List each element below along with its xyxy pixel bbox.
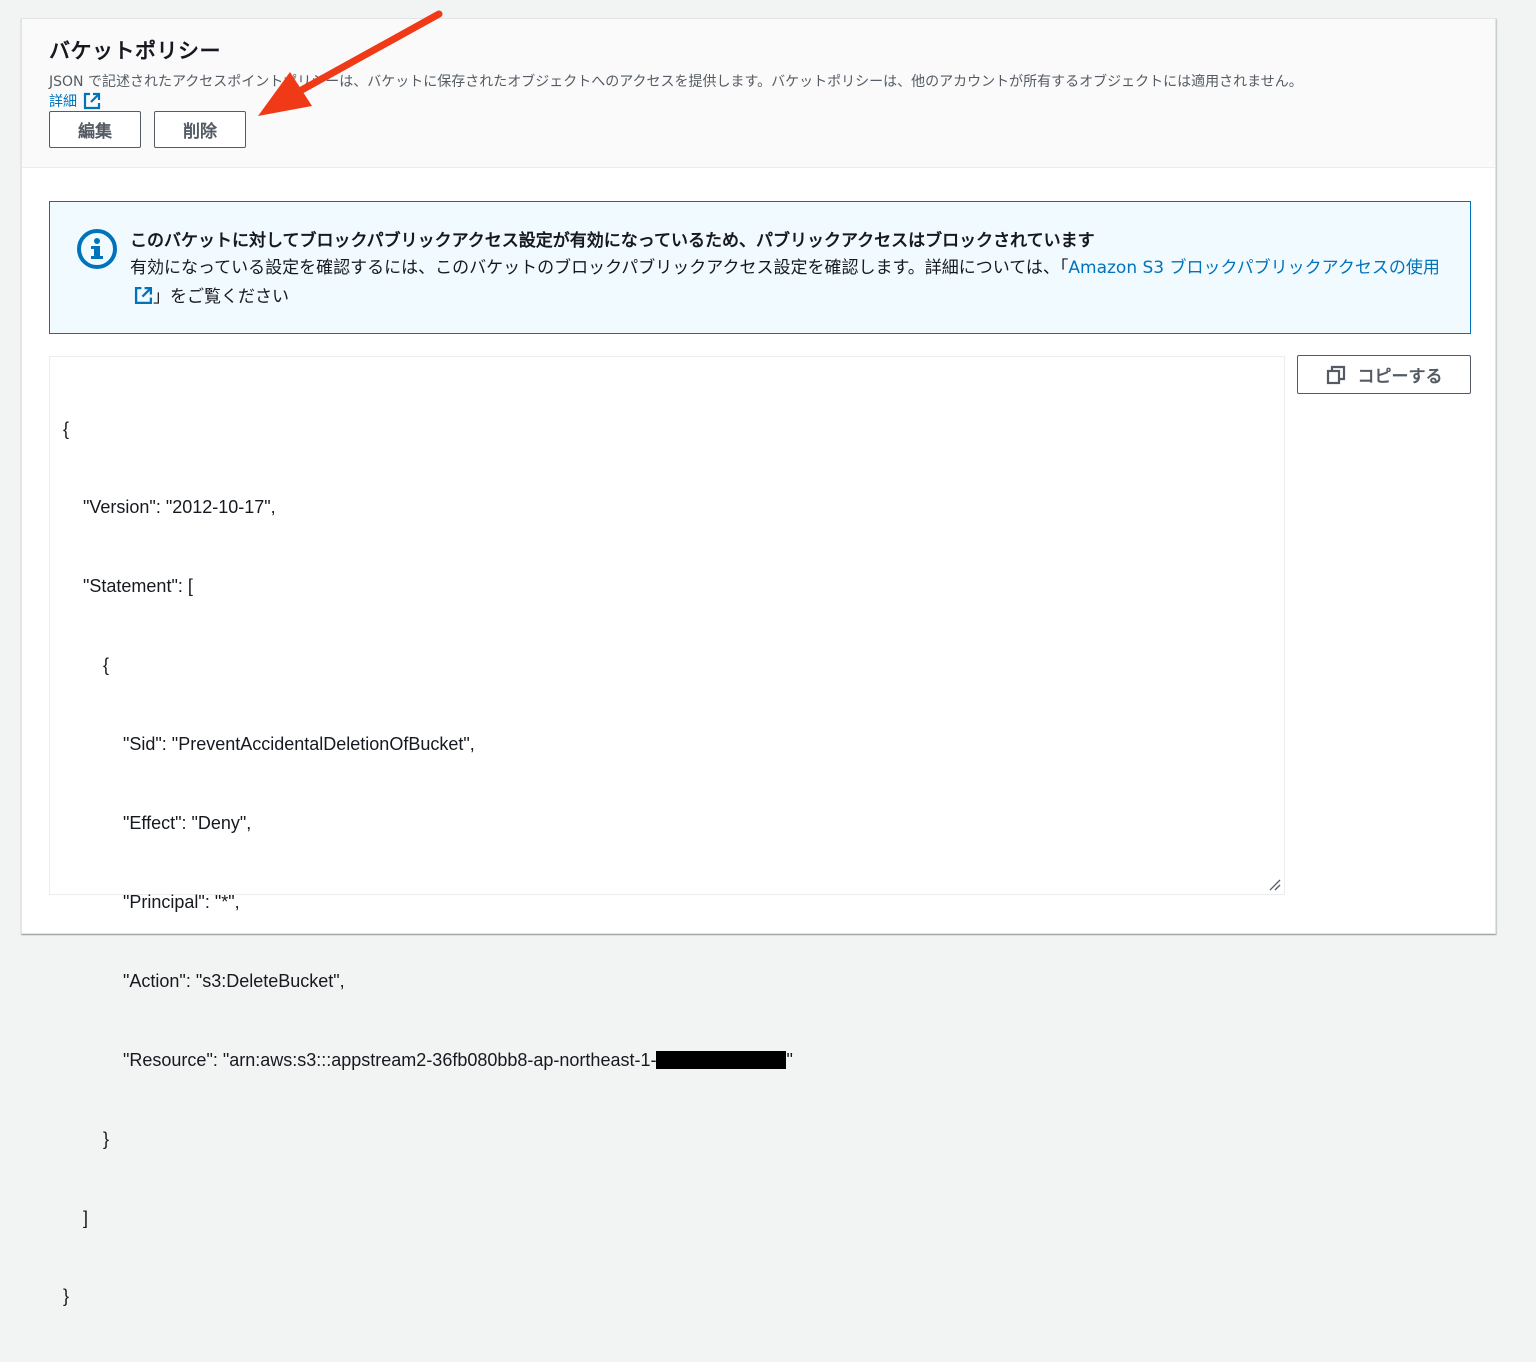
copy-button[interactable]: コピーする (1297, 355, 1471, 394)
learn-more-label: 詳細 (49, 94, 77, 110)
code-line: "Sid": "PreventAccidentalDeletionOfBucke… (63, 734, 475, 755)
info-icon (77, 229, 117, 269)
block-public-access-link-label: Amazon S3 ブロックパブリックアクセスの使用 (1068, 258, 1440, 278)
alert-body-prefix: 有効になっている設定を確認するには、このバケットのブロックパブリックアクセス設定… (130, 258, 1069, 278)
learn-more-link[interactable]: 詳細 (49, 91, 101, 111)
alert-title: このバケットに対してブロックパブリックアクセス設定が有効になっているため、パブリ… (130, 231, 1095, 251)
code-line: "Principal": "*", (63, 891, 240, 912)
section-title: バケットポリシー (49, 39, 221, 63)
resource-suffix: " (786, 1049, 793, 1070)
policy-editor[interactable]: { "Version": "2012-10-17", "Statement": … (49, 356, 1285, 1306)
resize-handle-icon[interactable] (1267, 877, 1281, 891)
code-line: } (63, 1128, 110, 1149)
code-line: ] (63, 1207, 89, 1228)
external-link-icon (134, 286, 153, 305)
code-line: { (63, 655, 110, 676)
section-description: JSON で記述されたアクセスポイントポリシーは、バケットに保存されたオブジェク… (49, 74, 1303, 90)
policy-code: { "Version": "2012-10-17", "Statement": … (63, 363, 793, 1362)
copy-icon (1326, 365, 1345, 384)
resource-text: "Resource": "arn:aws:s3:::appstream2-36f… (63, 1049, 657, 1070)
code-line: "Action": "s3:DeleteBucket", (63, 970, 345, 991)
redacted-block (656, 1050, 787, 1069)
code-line: "Statement": [ (63, 576, 193, 597)
alert-body-suffix: 」をご覧ください (153, 287, 289, 307)
code-line: { (63, 418, 70, 439)
delete-button[interactable]: 削除 (154, 111, 246, 148)
code-line-resource: "Resource": "arn:aws:s3:::appstream2-36f… (63, 1047, 793, 1073)
info-alert: このバケットに対してブロックパブリックアクセス設定が有効になっているため、パブリ… (49, 201, 1471, 334)
code-line: } (63, 1286, 70, 1307)
alert-body: 有効になっている設定を確認するには、このバケットのブロックパブリックアクセス設定… (130, 254, 1450, 312)
external-link-icon (83, 92, 101, 110)
copy-label: コピーする (1357, 367, 1443, 386)
edit-button[interactable]: 編集 (49, 111, 141, 148)
panel-header: バケットポリシー JSON で記述されたアクセスポイントポリシーは、バケットに保… (22, 19, 1495, 168)
bucket-policy-panel: バケットポリシー JSON で記述されたアクセスポイントポリシーは、バケットに保… (21, 18, 1496, 1306)
code-line: "Effect": "Deny", (63, 813, 252, 834)
code-line: "Version": "2012-10-17", (63, 497, 276, 518)
